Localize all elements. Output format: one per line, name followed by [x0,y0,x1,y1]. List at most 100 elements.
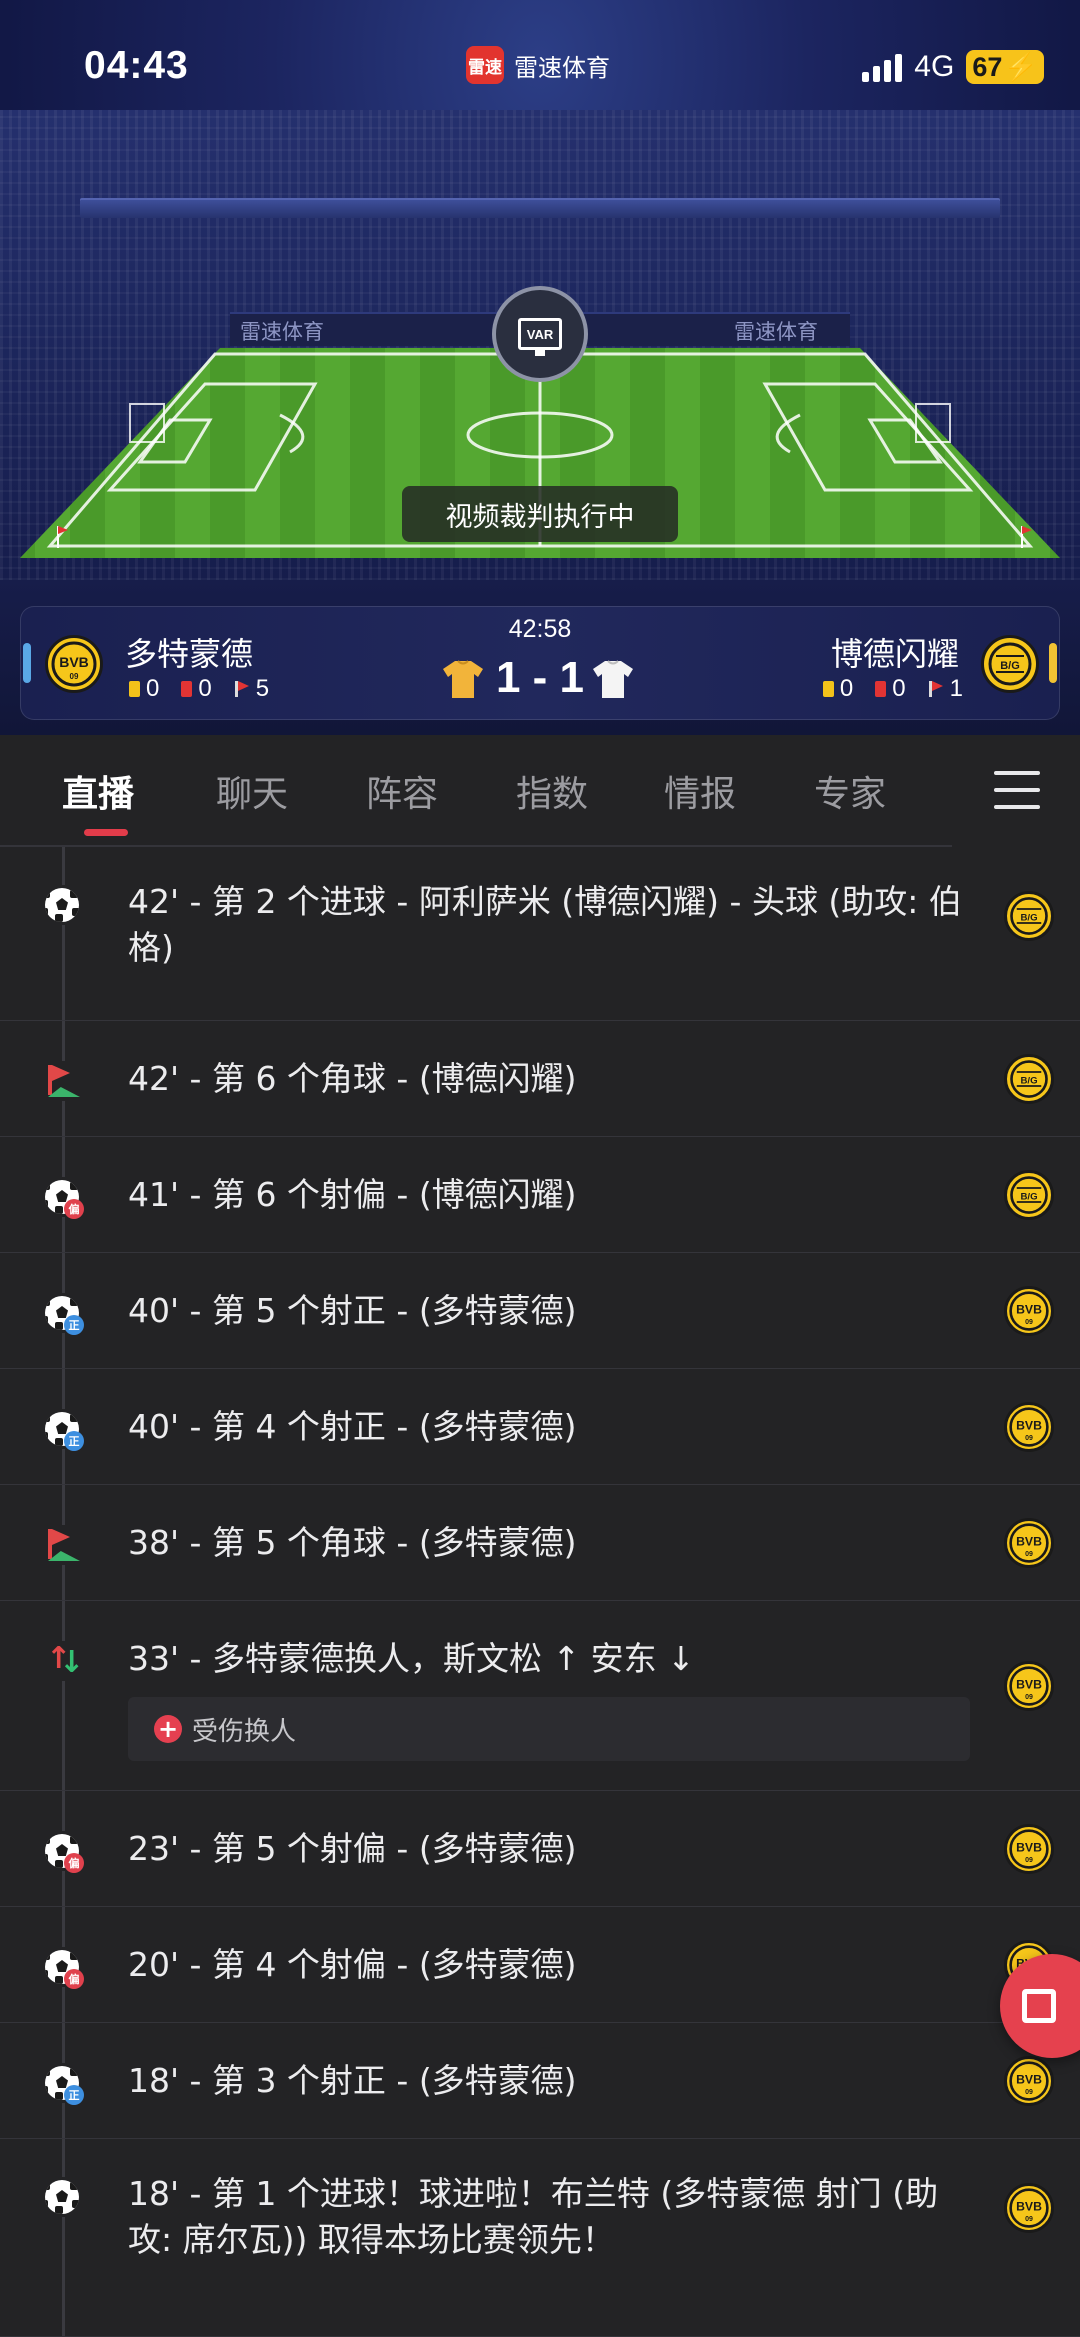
goal-icon [42,885,82,925]
event-text: 40' - 第 4 个射正 - (多特蒙德) [128,1407,577,1446]
shot-badge: 偏 [64,1969,84,1989]
shot-badge: 正 [64,2085,84,2105]
svg-text:09: 09 [1025,1694,1033,1701]
home-team-logo-icon: BVB 09 [1004,1286,1054,1336]
score-card: BVB 09 多特蒙德 0 0 5 42:58 1 - 1 博德闪耀 0 0 1 … [20,606,1060,720]
home-team-logo-icon: BVB 09 [1004,1661,1054,1711]
red-card-icon [875,681,887,697]
edit-icon [1022,1989,1056,2023]
stadium-hero: 雷速体育 雷速体育 04:43 雷速 雷速体育 4G 67 ⚡ VAR 视频裁判… [0,0,1080,735]
shot-off-icon: 偏 [42,1831,84,1873]
event-row[interactable]: 偏 41' - 第 6 个射偏 - (博德闪耀) B/G [0,1137,1080,1253]
event-text: 38' - 第 5 个角球 - (多特蒙德) [128,1523,577,1562]
substitution-note: + 受伤换人 [128,1697,970,1761]
menu-icon[interactable] [994,771,1040,809]
status-app: 雷速 雷速体育 [466,46,610,84]
team-logo-text: B/G [1020,1075,1037,1086]
event-text: 42' - 第 6 个角球 - (博德闪耀) [128,1059,577,1098]
away-red-count: 0 [892,675,906,702]
event-row[interactable]: 18' - 第 1 个进球！球进啦！布兰特 (多特蒙德 射门 (助攻: 席尔瓦)… [0,2139,1080,2337]
event-row[interactable]: 正 18' - 第 3 个射正 - (多特蒙德) BVB 09 [0,2023,1080,2139]
shot-badge: 正 [64,1315,84,1335]
live-events-feed: 42' - 第 2 个进球 - 阿利萨米 (博德闪耀) - 头球 (助攻: 伯格… [0,847,1080,2337]
battery-level: 67 [972,51,1003,82]
shot-on-icon: 正 [42,1293,84,1335]
shot-off-icon: 偏 [42,1177,84,1219]
app-logo-icon: 雷速 [466,46,504,84]
team-logo-text: B/G [1020,912,1037,923]
team-logo-text: BVB [1016,2200,1042,2214]
event-row[interactable]: 偏20' - 第 4 个射偏 - (多特蒙德)BVB09 [0,1907,1080,2023]
event-row[interactable]: 42' - 第 6 个角球 - (博德闪耀) B/G [0,1021,1080,1137]
status-indicators: 4G 67 ⚡ [862,50,1044,84]
team-logo-text: B/G [1020,1191,1037,1202]
shot-badge: 正 [64,1431,84,1451]
team-logo-text: BVB [1016,1535,1042,1549]
event-text: 42' - 第 2 个进球 - 阿利萨米 (博德闪耀) - 头球 (助攻: 伯格… [128,882,962,967]
away-team-logo-icon: B/G [1004,1170,1054,1220]
stadium-roof [80,200,1000,218]
home-team-logo-icon: BVB 09 [1004,1824,1054,1874]
corner-icon [42,1061,82,1101]
goal-icon [42,2177,82,2217]
signal-icon [862,52,903,82]
status-bar: 04:43 雷速 雷速体育 4G 67 ⚡ [0,0,1080,130]
status-time: 04:43 [84,44,189,87]
home-team-logo-icon: BVB 09 [1004,1518,1054,1568]
away-team-logo[interactable]: B/G [981,635,1039,693]
event-row[interactable]: 38' - 第 5 个角球 - (多特蒙德) BVB 09 [0,1485,1080,1601]
tab-chat[interactable]: 聊天 [216,765,288,817]
home-team-logo-icon: BVB 09 [1004,2056,1054,2106]
shot-on-icon: 正 [42,2063,84,2105]
event-row[interactable]: 42' - 第 2 个进球 - 阿利萨米 (博德闪耀) - 头球 (助攻: 伯格… [0,847,1080,1021]
event-text: 18' - 第 3 个射正 - (多特蒙德) [128,2061,577,2100]
event-text: 33' - 多特蒙德换人，斯文松 ↑ 安东 ↓ [128,1639,695,1678]
yellow-card-icon [822,681,834,697]
event-text: 18' - 第 1 个进球！球进啦！布兰特 (多特蒙德 射门 (助攻: 席尔瓦)… [128,2174,939,2259]
substitution-icon: ↑ ↓ [42,1641,84,1681]
network-type: 4G [914,50,955,83]
injury-icon: + [154,1715,182,1743]
active-tab-indicator [84,829,128,836]
shot-badge: 偏 [64,1853,84,1873]
away-team-name[interactable]: 博德闪耀 [831,629,959,675]
match-tabs: 直播 聊天 阵容 指数 情报 专家 [0,735,1080,847]
tab-live[interactable]: 直播 [62,765,134,817]
tab-lineup[interactable]: 阵容 [366,765,438,817]
var-button[interactable]: VAR [492,286,588,382]
team-logo-text: BVB [1016,1678,1042,1692]
substitution-note-text: 受伤换人 [192,1716,297,1747]
svg-text:09: 09 [1025,1319,1033,1326]
event-row[interactable]: 正 40' - 第 4 个射正 - (多特蒙德) BVB 09 [0,1369,1080,1485]
event-text: 20' - 第 4 个射偏 - (多特蒙德) [128,1945,577,1984]
away-yellow-count: 0 [839,675,854,702]
team-logo-text: BVB [1016,1841,1042,1855]
away-kit-icon [593,660,633,698]
var-status-label: 视频裁判执行中 [402,486,678,542]
home-team-logo-icon: BVB 09 [1004,2183,1054,2233]
svg-text:09: 09 [1025,2216,1033,2223]
home-team-logo-icon: BVB 09 [1004,1402,1054,1452]
away-corner-count: 1 [949,675,963,702]
tab-odds[interactable]: 指数 [516,765,588,817]
event-text: 23' - 第 5 个射偏 - (多特蒙德) [128,1829,577,1868]
team-logo-text: BVB [1016,1303,1042,1317]
event-text: 41' - 第 6 个射偏 - (博德闪耀) [128,1175,577,1214]
tab-experts[interactable]: 专家 [814,765,886,817]
shot-off-icon: 偏 [42,1947,84,1989]
svg-text:09: 09 [1025,1857,1033,1864]
shot-on-icon: 正 [42,1409,84,1451]
away-team-logo-icon: B/G [1004,1054,1054,1104]
event-row[interactable]: 正 40' - 第 5 个射正 - (多特蒙德) BVB 09 [0,1253,1080,1369]
event-row[interactable]: 偏 23' - 第 5 个射偏 - (多特蒙德) BVB 09 [0,1791,1080,1907]
away-logo-text: B/G [1000,660,1020,672]
team-logo-text: BVB [1016,1419,1042,1433]
svg-text:09: 09 [1025,1551,1033,1558]
svg-text:09: 09 [1025,2089,1033,2096]
var-icon: VAR [518,318,562,356]
tab-intel[interactable]: 情报 [664,765,736,817]
corner-icon [42,1525,82,1565]
away-team-logo-icon: B/G [1004,891,1054,941]
status-app-name: 雷速体育 [514,53,610,82]
event-row[interactable]: ↑ ↓ 33' - 多特蒙德换人，斯文松 ↑ 安东 ↓ + 受伤换人 BVB 09 [0,1601,1080,1791]
